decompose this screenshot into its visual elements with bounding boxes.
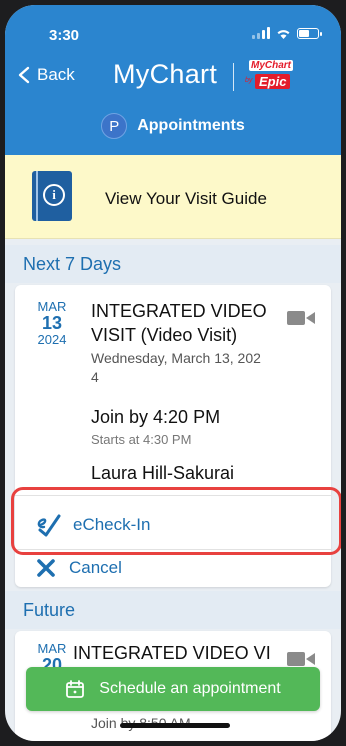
book-info-icon: i xyxy=(32,171,72,221)
appointment-month: MAR xyxy=(37,299,67,314)
appointment-day: 13 xyxy=(41,313,63,333)
back-button[interactable]: Back xyxy=(17,65,75,85)
visit-guide-label: View Your Visit Guide xyxy=(105,189,267,208)
video-camera-icon xyxy=(287,311,315,325)
epic-logo-by: by xyxy=(245,77,253,84)
provider-name: Laura Hill-Sakurai xyxy=(91,463,235,483)
cancel-button[interactable]: Cancel xyxy=(15,551,331,585)
battery-icon xyxy=(297,27,322,39)
app-header: 3:30 Back MyChart MyChart by Epic P Appo… xyxy=(5,5,341,155)
phone-screen: 3:30 Back MyChart MyChart by Epic P Appo… xyxy=(5,5,341,741)
close-icon xyxy=(37,559,55,577)
echeckin-highlight xyxy=(11,487,341,555)
visit-guide-banner[interactable]: i View Your Visit Guide xyxy=(5,155,341,239)
signal-icon xyxy=(252,27,270,39)
home-indicator xyxy=(120,723,230,728)
page-title-bar: P Appointments xyxy=(5,113,341,139)
avatar[interactable]: P xyxy=(101,113,128,139)
appointment-month: MAR xyxy=(37,641,67,656)
appointment-year: 2024 xyxy=(37,332,67,347)
start-time: Starts at 4:30 PM xyxy=(91,432,192,447)
status-icons xyxy=(252,27,322,39)
wifi-icon xyxy=(277,29,290,39)
calendar-icon xyxy=(66,680,85,698)
chevron-left-icon xyxy=(18,66,30,84)
cancel-label: Cancel xyxy=(69,558,122,577)
page-title: Appointments xyxy=(137,117,245,134)
video-camera-icon xyxy=(287,652,315,666)
mychart-logo: MyChart xyxy=(113,59,218,89)
logo-divider xyxy=(233,63,234,91)
epic-logo: MyChart by Epic xyxy=(243,60,297,94)
join-time: Join by 4:20 PM xyxy=(91,407,221,427)
section-header-future: Future xyxy=(5,591,341,629)
status-time: 3:30 xyxy=(49,27,80,44)
back-label: Back xyxy=(37,65,75,84)
schedule-appointment-button[interactable]: Schedule an appointment xyxy=(26,667,320,711)
appointment-title: INTEGRATED VIDEO VISIT (Video Visit) xyxy=(91,301,267,345)
epic-logo-mychart: MyChart xyxy=(249,60,294,71)
epic-logo-word: Epic xyxy=(255,74,291,89)
appointment-title: INTEGRATED VIDEO VI xyxy=(73,643,271,663)
appointment-date: MAR 13 2024 xyxy=(31,299,73,347)
schedule-appointment-label: Schedule an appointment xyxy=(99,680,281,697)
appointment-full-date: Wednesday, March 13, 202 4 xyxy=(91,350,261,385)
section-header-next: Next 7 Days xyxy=(5,245,341,283)
